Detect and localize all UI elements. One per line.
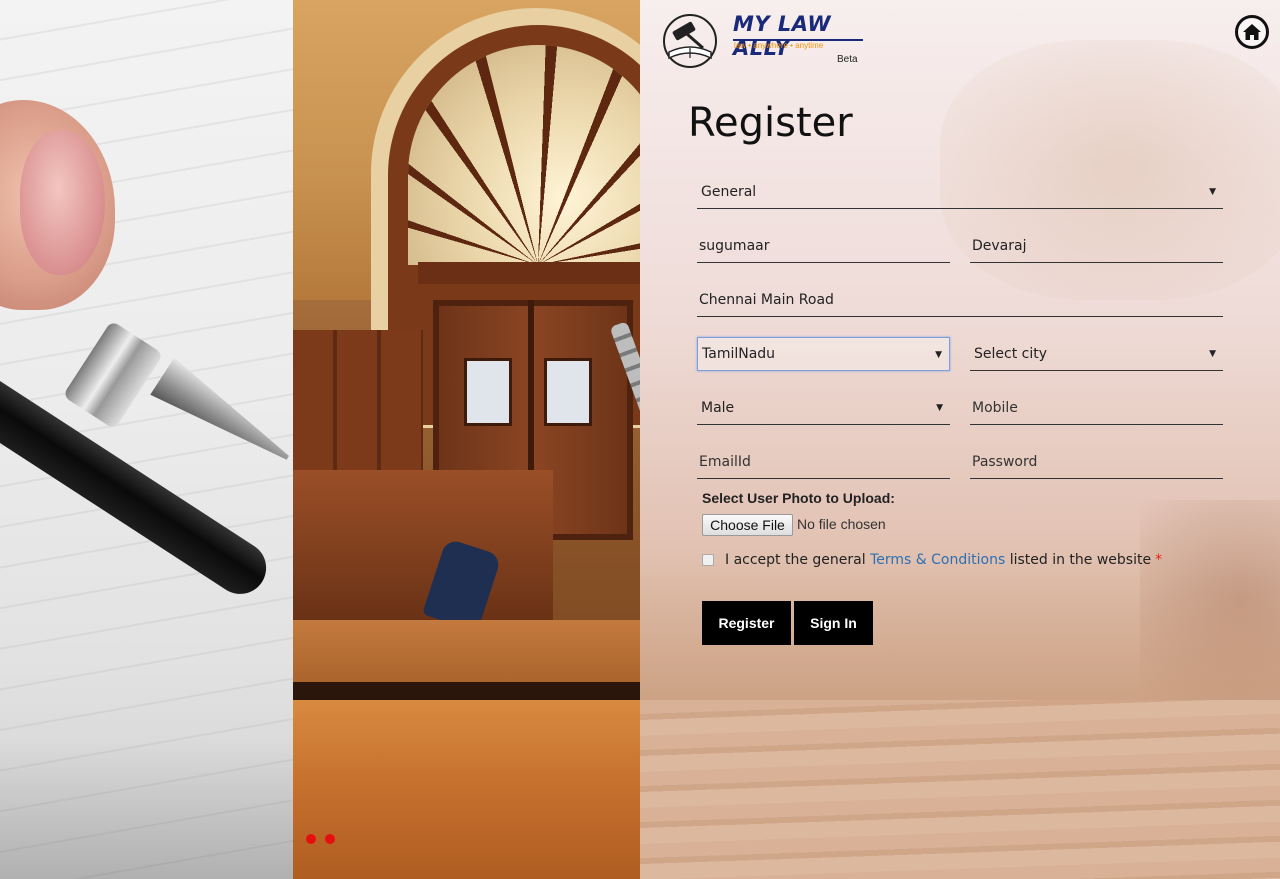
city-select[interactable]: Select city ▼ [970,337,1223,371]
gavel-book-emblem-icon [663,14,717,68]
brand-name: MY LAW ALLY [733,12,832,60]
terms-suffix: listed in the website [1009,552,1152,568]
register-button[interactable]: Register [702,601,791,645]
caret-down-icon: ▼ [1209,349,1216,359]
state-select[interactable]: TamilNadu ▼ [697,337,950,371]
caret-down-icon: ▼ [936,403,943,413]
terms-link[interactable]: Terms & Conditions [870,552,1005,568]
address-field[interactable] [697,283,1223,317]
hero-image-courtroom [293,0,640,879]
caret-down-icon: ▼ [935,350,942,360]
carousel-dot[interactable] [325,834,335,844]
choose-file-button[interactable]: Choose File [702,514,793,536]
photo-upload-label: Select User Photo to Upload: [702,490,895,506]
page-title: Register [688,100,853,146]
state-value: TamilNadu [702,346,776,362]
email-field[interactable] [697,445,950,479]
home-button[interactable] [1235,15,1269,49]
home-icon [1243,24,1261,40]
gender-select[interactable]: Male ▼ [697,391,950,425]
brand-tagline: law • anywhere • anytime [734,41,824,50]
city-value: Select city [974,345,1048,362]
mobile-input[interactable] [972,399,1223,416]
beta-badge: Beta [837,54,858,65]
mobile-field[interactable] [970,391,1223,425]
terms-checkbox[interactable] [702,554,714,566]
carousel-indicators [306,834,335,844]
email-input[interactable] [699,453,950,470]
password-input[interactable] [972,453,1223,470]
user-type-select[interactable]: General ▼ [697,175,1223,209]
hero-image-pen [0,0,293,879]
address-input[interactable] [699,291,1223,308]
first-name-field[interactable] [697,229,950,263]
carousel-dot[interactable] [306,834,316,844]
terms-row: I accept the general Terms & Conditions … [702,552,1162,568]
caret-down-icon: ▼ [1209,187,1216,197]
last-name-field[interactable] [970,229,1223,263]
file-status-text: No file chosen [797,516,886,532]
terms-prefix: I accept the general [725,552,866,568]
user-type-value: General [701,183,757,200]
required-asterisk: * [1155,552,1163,568]
password-field[interactable] [970,445,1223,479]
first-name-input[interactable] [699,237,950,254]
brand-logo[interactable]: MY LAW ALLY law • anywhere • anytime Bet… [659,10,869,68]
sign-in-button[interactable]: Sign In [794,601,873,645]
gender-value: Male [701,399,735,416]
last-name-input[interactable] [972,237,1223,254]
